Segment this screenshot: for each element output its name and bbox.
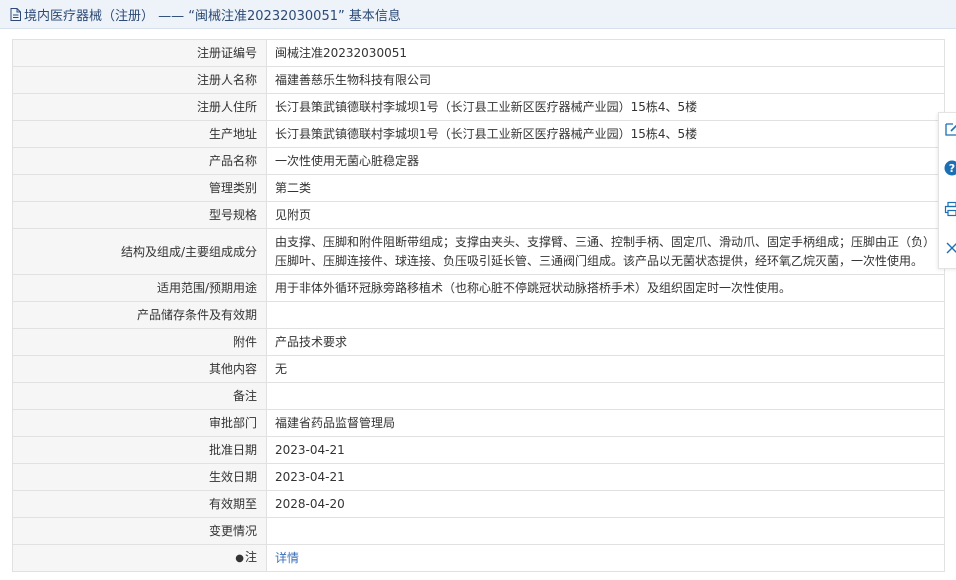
field-value: 福建善慈乐生物科技有限公司 [266, 66, 945, 94]
field-value: 2023-04-21 [266, 463, 945, 491]
details-link[interactable]: 详情 [275, 551, 299, 565]
field-label: 注册证编号 [12, 39, 267, 67]
page-header: 境内医疗器械（注册） —— “闽械注准20232030051” 基本信息 [0, 0, 956, 29]
field-value [266, 517, 945, 545]
field-label: 适用范围/预期用途 [12, 274, 267, 302]
field-label: 审批部门 [12, 409, 267, 437]
table-row: 变更情况 [12, 517, 945, 545]
device-info-table: 注册证编号 闽械注准20232030051 注册人名称 福建善慈乐生物科技有限公… [12, 39, 945, 572]
table-row: 批准日期 2023-04-21 [12, 436, 945, 464]
field-label: 产品储存条件及有效期 [12, 301, 267, 329]
field-label: 注册人住所 [12, 93, 267, 121]
field-label: 型号规格 [12, 201, 267, 229]
field-value: 2028-04-20 [266, 490, 945, 518]
table-row: 结构及组成/主要组成成分 由支撑、压脚和附件阻断带组成；支撑由夹头、支撑臂、三通… [12, 228, 945, 275]
table-row: ●注 详情 [12, 544, 945, 572]
table-row: 注册证编号 闽械注准20232030051 [12, 39, 945, 67]
field-value: 长汀县策武镇德联村李城坝1号（长汀县工业新区医疗器械产业园）15栋4、5楼 [266, 120, 945, 148]
field-label: 产品名称 [12, 147, 267, 175]
field-label: 其他内容 [12, 355, 267, 383]
page-title: 境内医疗器械（注册） —— “闽械注准20232030051” 基本信息 [24, 8, 401, 24]
note-label-cell: ●注 [12, 544, 267, 572]
document-icon [10, 7, 21, 21]
bulb-icon: ● [235, 553, 244, 564]
field-label: 批准日期 [12, 436, 267, 464]
field-label: 生效日期 [12, 463, 267, 491]
field-value: 由支撑、压脚和附件阻断带组成；支撑由夹头、支撑臂、三通、控制手柄、固定爪、滑动爪… [266, 228, 945, 275]
table-row: 适用范围/预期用途 用于非体外循环冠脉旁路移植术（也称心脏不停跳冠状动脉搭桥手术… [12, 274, 945, 302]
field-value: 福建省药品监督管理局 [266, 409, 945, 437]
table-row: 产品名称 一次性使用无菌心脏稳定器 [12, 147, 945, 175]
table-row: 管理类别 第二类 [12, 174, 945, 202]
field-value: 闽械注准20232030051 [266, 39, 945, 67]
field-label: 管理类别 [12, 174, 267, 202]
help-icon[interactable]: ? [944, 160, 956, 176]
table-row: 型号规格 见附页 [12, 201, 945, 229]
field-value: 详情 [266, 544, 945, 572]
close-icon[interactable] [944, 240, 956, 256]
field-value: 一次性使用无菌心脏稳定器 [266, 147, 945, 175]
table-row: 有效期至 2028-04-20 [12, 490, 945, 518]
edit-icon[interactable] [944, 121, 956, 137]
field-label: 变更情况 [12, 517, 267, 545]
field-value: 无 [266, 355, 945, 383]
field-value: 第二类 [266, 174, 945, 202]
table-row: 审批部门 福建省药品监督管理局 [12, 409, 945, 437]
table-row: 生效日期 2023-04-21 [12, 463, 945, 491]
field-label: 注 [244, 550, 257, 564]
field-value: 2023-04-21 [266, 436, 945, 464]
field-label: 附件 [12, 328, 267, 356]
table-row: 产品储存条件及有效期 [12, 301, 945, 329]
field-value: 产品技术要求 [266, 328, 945, 356]
field-label: 注册人名称 [12, 66, 267, 94]
table-row: 注册人名称 福建善慈乐生物科技有限公司 [12, 66, 945, 94]
field-label: 备注 [12, 382, 267, 410]
side-toolbar: ? [938, 112, 956, 269]
field-value: 见附页 [266, 201, 945, 229]
svg-text:?: ? [949, 162, 955, 175]
table-row: 备注 [12, 382, 945, 410]
field-label: 结构及组成/主要组成成分 [12, 228, 267, 275]
field-value [266, 382, 945, 410]
field-value: 用于非体外循环冠脉旁路移植术（也称心脏不停跳冠状动脉搭桥手术）及组织固定时一次性… [266, 274, 945, 302]
print-icon[interactable] [944, 201, 956, 217]
field-value [266, 301, 945, 329]
field-label: 有效期至 [12, 490, 267, 518]
table-row: 附件 产品技术要求 [12, 328, 945, 356]
field-value: 长汀县策武镇德联村李城坝1号（长汀县工业新区医疗器械产业园）15栋4、5楼 [266, 93, 945, 121]
field-label: 生产地址 [12, 120, 267, 148]
table-row: 注册人住所 长汀县策武镇德联村李城坝1号（长汀县工业新区医疗器械产业园）15栋4… [12, 93, 945, 121]
table-row: 其他内容 无 [12, 355, 945, 383]
table-row: 生产地址 长汀县策武镇德联村李城坝1号（长汀县工业新区医疗器械产业园）15栋4、… [12, 120, 945, 148]
